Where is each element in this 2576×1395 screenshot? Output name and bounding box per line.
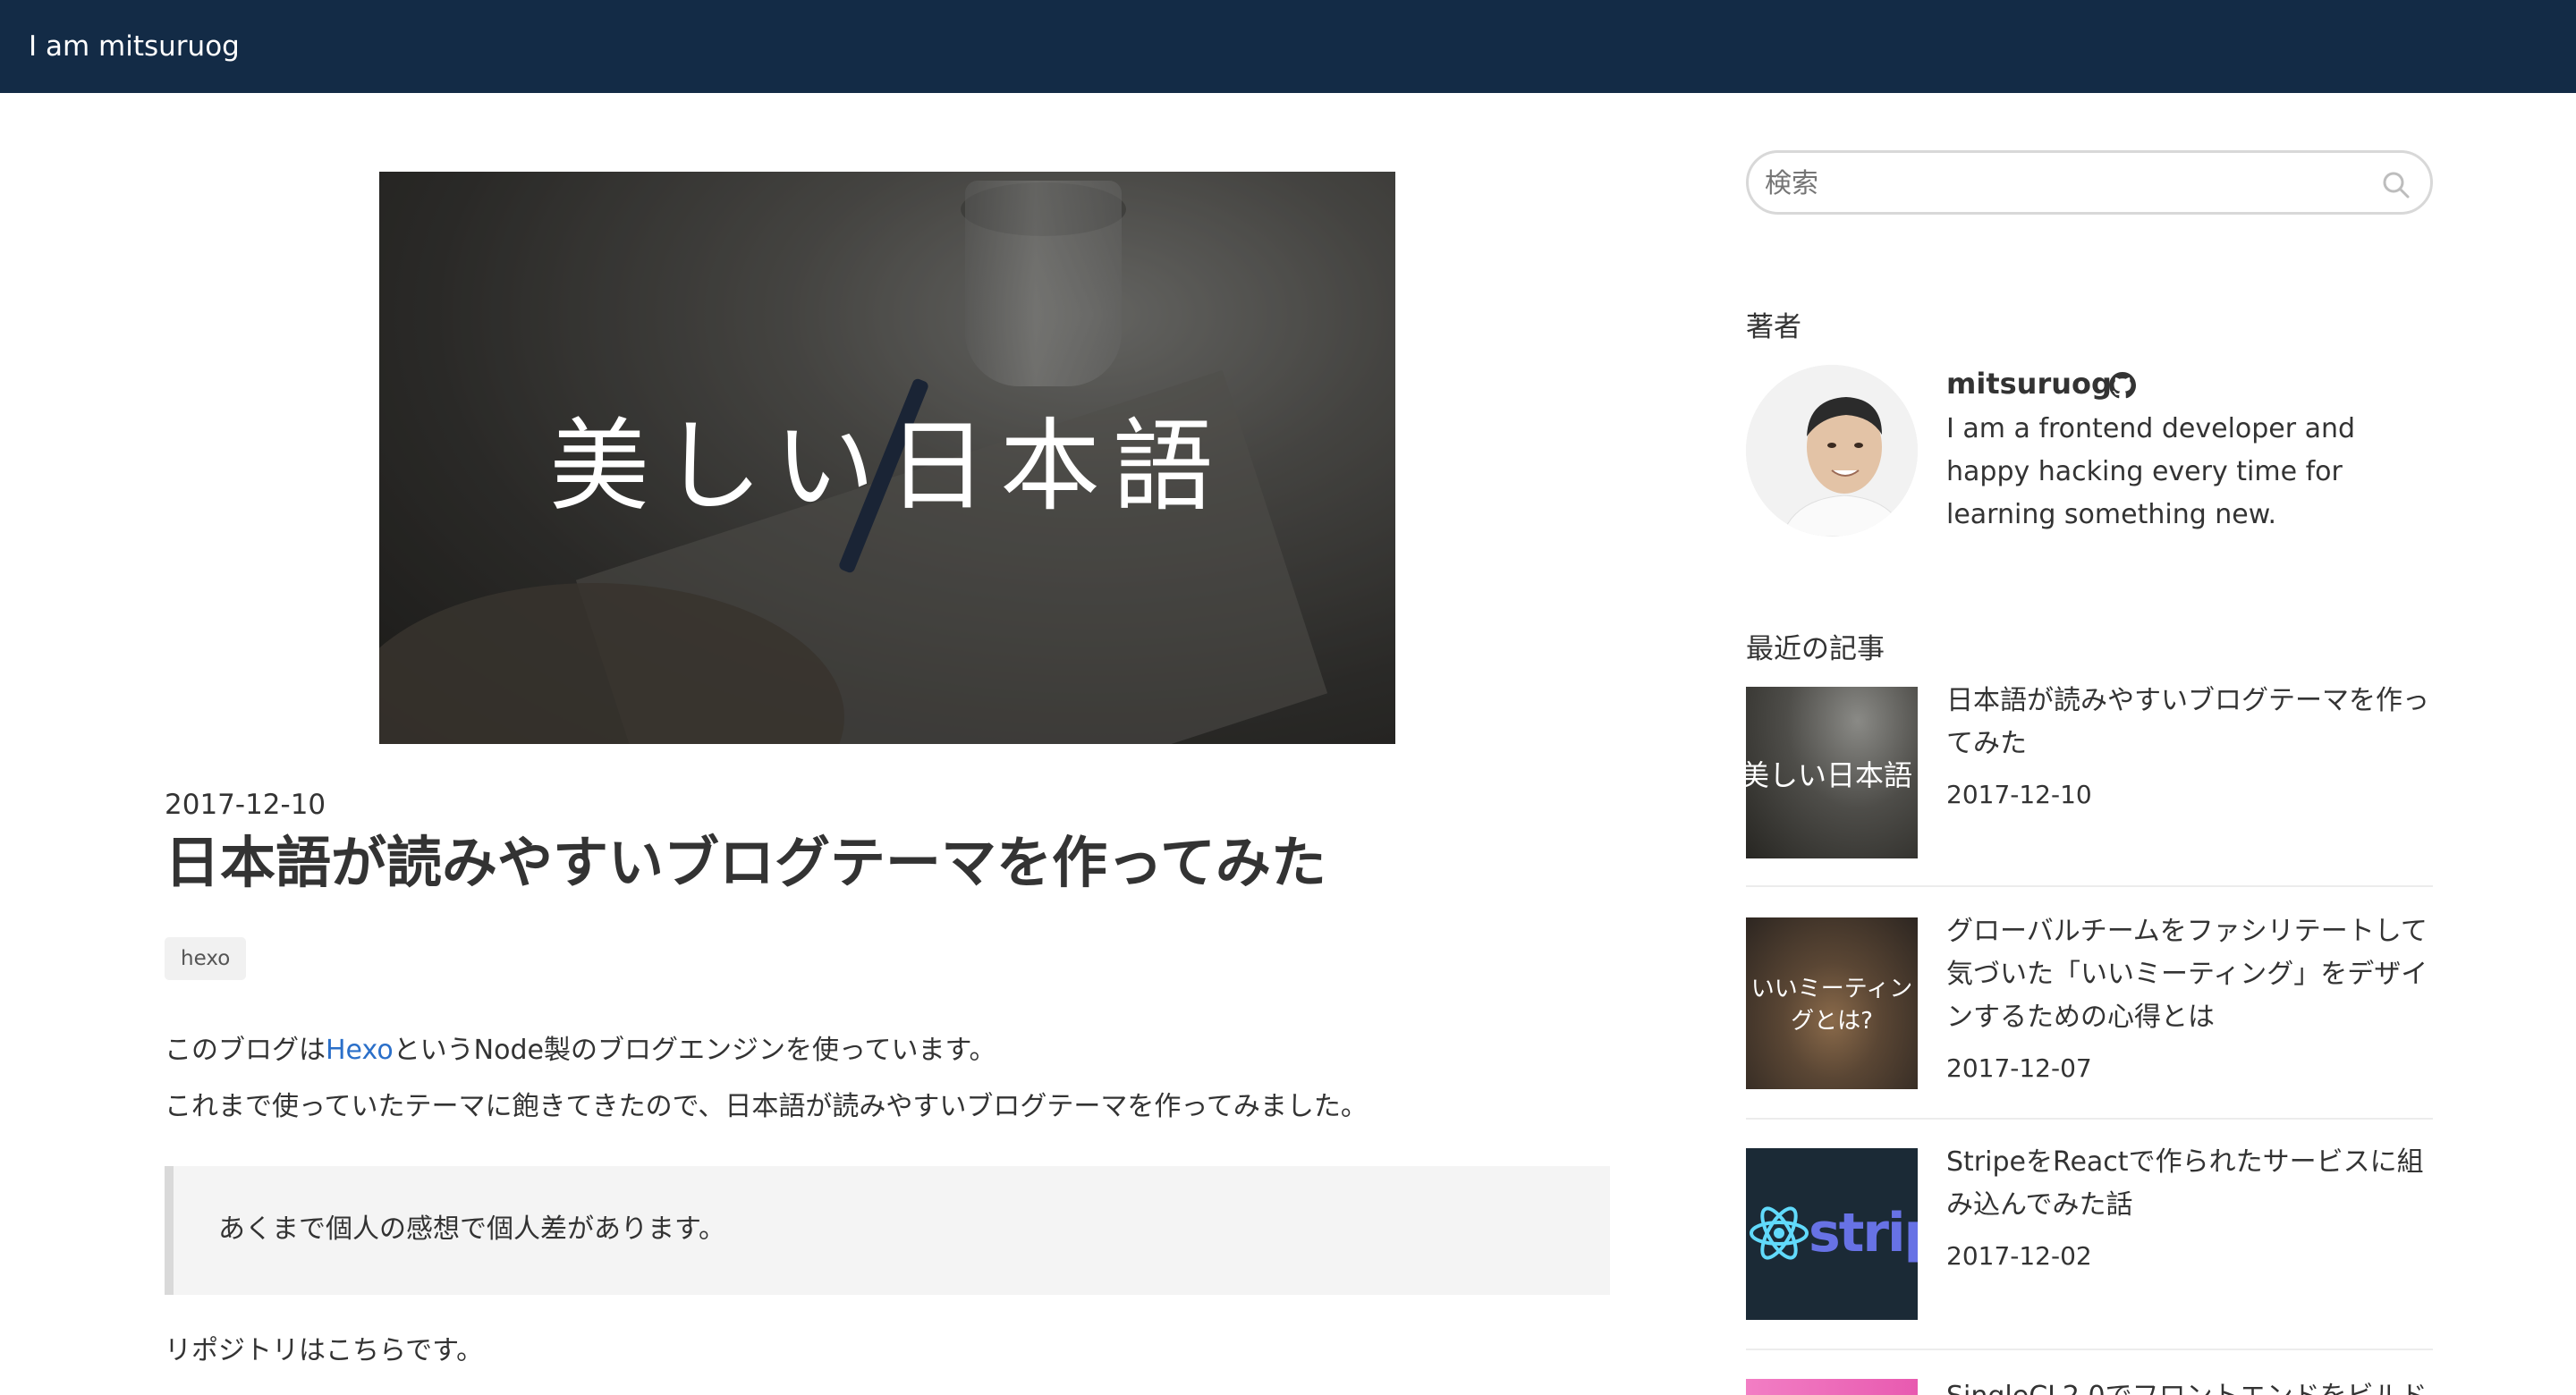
- post-paragraph-2: これまで使っていたテーマに飽きてきたので、日本語が読みやすいブログテーマを作って…: [165, 1091, 1368, 1122]
- react-logo-icon: [1750, 1206, 1809, 1260]
- divider: [1746, 1348, 2433, 1350]
- author-bio: I am a frontend developer and happy hack…: [1946, 413, 2356, 530]
- paragraph-text: というNode製のブログエンジンを使っています。: [393, 1035, 996, 1066]
- hero-image: 美しい日本語: [379, 172, 1395, 744]
- post-title: 日本語が読みやすいブログテーマを作ってみた: [165, 830, 1326, 895]
- recent-post-title[interactable]: 日本語が読みやすいブログテーマを作ってみた: [1946, 680, 2433, 765]
- recent-post-thumbnail[interactable]: いいミーティングとは?: [1746, 917, 1918, 1089]
- recent-post-item[interactable]: 美しい日本語 日本語が読みやすいブログテーマを作ってみた 2017-12-10: [1746, 685, 2433, 858]
- recent-post-title[interactable]: グローバルチームをファシリテートして気づいた「いいミーティング」をデザインするた…: [1946, 910, 2433, 1039]
- recent-post-date: 2017-12-02: [1946, 1241, 2092, 1271]
- recent-post-date: 2017-12-10: [1946, 780, 2092, 809]
- recent-post-title[interactable]: SingleCL2.0でフロントエンドをビルド: [1946, 1379, 2433, 1395]
- post-date: 2017-12-10: [165, 789, 326, 821]
- paragraph-text: このブログは: [165, 1035, 326, 1066]
- blockquote: あくまで個人の感想で個人差があります。: [165, 1166, 1610, 1295]
- search-icon[interactable]: [2382, 171, 2411, 203]
- author-name[interactable]: mitsuruog: [1946, 367, 2112, 401]
- recent-post-title[interactable]: StripeをReactで作られたサービスに組み込んでみた話: [1946, 1141, 2433, 1227]
- divider: [1746, 1118, 2433, 1120]
- divider: [1746, 885, 2433, 887]
- recent-post-item[interactable]: SingleCL2.0でフロントエンドをビルド: [1746, 1379, 2433, 1395]
- post-paragraph-3: リポジトリはこちらです。: [165, 1335, 484, 1366]
- blockquote-text: あくまで個人の感想で個人差があります。: [218, 1213, 725, 1245]
- recent-heading: 最近の記事: [1746, 633, 1885, 665]
- avatar: [1746, 365, 1918, 537]
- github-icon[interactable]: [2109, 372, 2136, 402]
- author-heading: 著者: [1746, 311, 1801, 343]
- hexo-link[interactable]: Hexo: [326, 1035, 394, 1066]
- site-header: I am mitsuruog: [0, 0, 2576, 93]
- thumbnail-text: いいミーティングとは?: [1750, 976, 1913, 1035]
- search-box: [1746, 150, 2433, 215]
- recent-post-item[interactable]: いいミーティングとは? グローバルチームをファシリテートして気づいた「いいミーテ…: [1746, 916, 2433, 1089]
- recent-post-item[interactable]: stripe StripeをReactで作られたサービスに組み込んでみた話 20…: [1746, 1146, 2433, 1320]
- hero-overlay-text: 美しい日本語: [549, 409, 1225, 525]
- thumbnail-text: stripe: [1809, 1202, 1918, 1264]
- post-paragraph-1: このブログはHexoというNode製のブログエンジンを使っています。: [165, 1030, 996, 1071]
- recent-post-thumbnail[interactable]: stripe: [1746, 1148, 1918, 1320]
- recent-post-thumbnail[interactable]: 美しい日本語: [1746, 687, 1918, 858]
- recent-post-thumbnail[interactable]: [1746, 1379, 1918, 1395]
- tag-hexo[interactable]: hexo: [165, 937, 247, 980]
- site-title-link[interactable]: I am mitsuruog: [29, 25, 240, 68]
- thumbnail-text: 美しい日本語: [1746, 758, 1913, 792]
- recent-post-date: 2017-12-07: [1946, 1053, 2092, 1083]
- search-input[interactable]: [1763, 160, 2339, 207]
